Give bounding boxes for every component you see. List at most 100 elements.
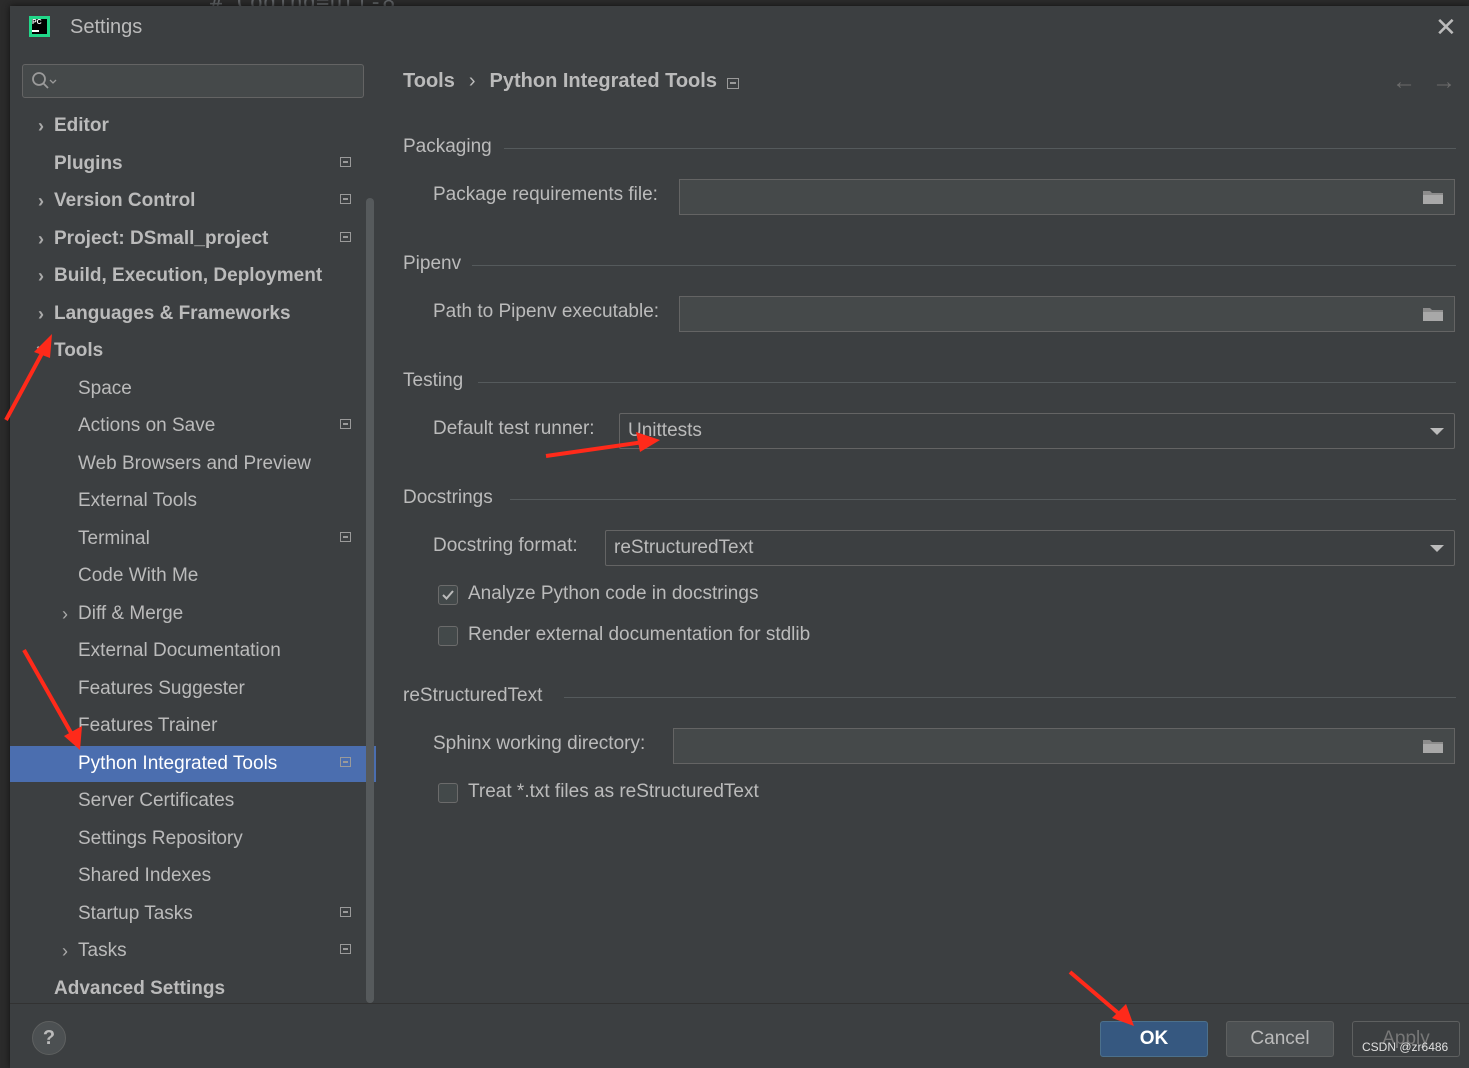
sidebar-item[interactable]: Advanced Settings bbox=[10, 971, 376, 1003]
title-bar: PC Settings ✕ bbox=[10, 6, 1469, 48]
docstring-format-value: reStructuredText bbox=[614, 537, 754, 558]
project-level-icon bbox=[340, 907, 351, 917]
folder-icon[interactable] bbox=[1422, 306, 1444, 322]
sidebar-scrollbar[interactable] bbox=[366, 198, 374, 1003]
project-level-icon bbox=[340, 419, 351, 429]
test-runner-select[interactable]: Unittests bbox=[619, 413, 1455, 449]
sidebar-item[interactable]: › Version Control bbox=[10, 183, 376, 219]
project-level-icon bbox=[340, 232, 351, 242]
sidebar-item[interactable]: Python Integrated Tools bbox=[10, 746, 376, 782]
sidebar-item[interactable]: › Languages & Frameworks bbox=[10, 296, 376, 332]
sidebar-item-label: Features Suggester bbox=[78, 678, 245, 699]
sidebar-item[interactable]: External Documentation bbox=[10, 633, 376, 669]
sidebar-item[interactable]: Web Browsers and Preview bbox=[10, 446, 376, 482]
analyze-docstrings-checkbox[interactable] bbox=[438, 585, 458, 605]
sidebar-item[interactable]: › Project: DSmall_project bbox=[10, 221, 376, 257]
project-level-icon bbox=[340, 157, 351, 167]
sidebar-item-label: Editor bbox=[54, 115, 109, 136]
pycharm-logo-icon: PC bbox=[29, 16, 50, 37]
sidebar-item[interactable]: Features Suggester bbox=[10, 671, 376, 707]
sidebar-item[interactable]: Startup Tasks bbox=[10, 896, 376, 932]
sidebar-item[interactable]: Settings Repository bbox=[10, 821, 376, 857]
folder-icon[interactable] bbox=[1422, 738, 1444, 754]
sidebar-item-label: Tools bbox=[54, 340, 104, 361]
section-pipenv: Pipenv bbox=[403, 253, 462, 274]
pipenv-path-field[interactable] bbox=[679, 296, 1455, 332]
settings-content: Tools › Python Integrated Tools ← → Packag… bbox=[376, 48, 1469, 1003]
sidebar-item[interactable]: › Tasks bbox=[10, 933, 376, 969]
treat-txt-checkbox[interactable] bbox=[438, 783, 458, 803]
sidebar-item[interactable]: › Build, Execution, Deployment bbox=[10, 258, 376, 294]
chevron-right-icon[interactable]: › bbox=[32, 108, 50, 144]
ok-button[interactable]: OK bbox=[1100, 1021, 1208, 1057]
section-divider bbox=[510, 499, 1456, 500]
help-button[interactable]: ? bbox=[32, 1021, 66, 1055]
treat-txt-label: Treat *.txt files as reStructuredText bbox=[468, 781, 759, 802]
project-level-icon bbox=[340, 757, 351, 767]
close-icon[interactable]: ✕ bbox=[1435, 12, 1457, 43]
section-divider bbox=[472, 265, 1456, 266]
project-level-icon bbox=[340, 532, 351, 542]
breadcrumb-separator: › bbox=[468, 70, 476, 92]
sidebar-item-label: Plugins bbox=[54, 153, 123, 174]
sidebar-item[interactable]: ⌄ Tools bbox=[10, 333, 376, 369]
sphinx-directory-field[interactable] bbox=[673, 728, 1455, 764]
chevron-right-icon[interactable]: › bbox=[32, 221, 50, 257]
sidebar-item-label: Tasks bbox=[78, 940, 127, 961]
docstring-format-select[interactable]: reStructuredText bbox=[605, 530, 1455, 566]
sidebar-item[interactable]: Actions on Save bbox=[10, 408, 376, 444]
render-external-docs-checkbox[interactable] bbox=[438, 626, 458, 646]
sidebar-item-label: Project: DSmall_project bbox=[54, 228, 269, 249]
sidebar-item[interactable]: › Editor bbox=[10, 108, 376, 144]
breadcrumb-current: Python Integrated Tools bbox=[489, 70, 717, 92]
sidebar-item[interactable]: Space bbox=[10, 371, 376, 407]
project-level-icon bbox=[727, 78, 739, 89]
section-testing: Testing bbox=[403, 370, 464, 391]
folder-icon[interactable] bbox=[1422, 189, 1444, 205]
sidebar-item[interactable]: › Diff & Merge bbox=[10, 596, 376, 632]
sidebar-item-label: Advanced Settings bbox=[54, 978, 226, 999]
sidebar-item-label: Code With Me bbox=[78, 565, 199, 586]
chevron-down-icon[interactable]: ⌄ bbox=[32, 327, 50, 363]
dialog-button-bar: ? OK Cancel Apply bbox=[10, 1003, 1469, 1068]
render-external-docs-label: Render external documentation for stdlib bbox=[468, 624, 811, 645]
chevron-right-icon[interactable]: › bbox=[32, 183, 50, 219]
section-divider bbox=[478, 382, 1456, 383]
sidebar-item-label: Features Trainer bbox=[78, 715, 218, 736]
section-docstrings: Docstrings bbox=[403, 487, 493, 508]
test-runner-value: Unittests bbox=[628, 420, 702, 441]
sidebar-item[interactable]: Features Trainer bbox=[10, 708, 376, 744]
sidebar-item[interactable]: Server Certificates bbox=[10, 783, 376, 819]
sidebar-item[interactable]: Plugins bbox=[10, 146, 376, 182]
section-restructuredtext: reStructuredText bbox=[403, 685, 543, 706]
section-divider bbox=[504, 148, 1456, 149]
sidebar-item-label: Build, Execution, Deployment bbox=[54, 265, 323, 286]
breadcrumb: Tools › Python Integrated Tools bbox=[403, 70, 717, 93]
breadcrumb-parent[interactable]: Tools bbox=[403, 70, 455, 92]
background-editor bbox=[0, 0, 10, 1067]
settings-search-input[interactable] bbox=[22, 64, 364, 98]
project-level-icon bbox=[340, 194, 351, 204]
sidebar-item-label: Space bbox=[78, 378, 132, 399]
sidebar-item-label: Settings Repository bbox=[78, 828, 243, 849]
sidebar-item-label: External Documentation bbox=[78, 640, 281, 661]
sidebar-item[interactable]: Code With Me bbox=[10, 558, 376, 594]
sidebar-item[interactable]: External Tools bbox=[10, 483, 376, 519]
chevron-right-icon[interactable]: › bbox=[56, 596, 74, 632]
forward-arrow-icon[interactable]: → bbox=[1432, 68, 1456, 96]
section-packaging: Packaging bbox=[403, 136, 492, 157]
window-title: Settings bbox=[70, 16, 143, 38]
chevron-right-icon[interactable]: › bbox=[32, 258, 50, 294]
settings-sidebar: › Editor Plugins › Version Control › Project: … bbox=[10, 48, 376, 1003]
chevron-down-icon bbox=[1430, 428, 1444, 435]
sidebar-item[interactable]: Shared Indexes bbox=[10, 858, 376, 894]
sidebar-item-label: Startup Tasks bbox=[78, 903, 193, 924]
sphinx-directory-label: Sphinx working directory: bbox=[433, 733, 646, 754]
test-runner-label: Default test runner: bbox=[433, 418, 595, 439]
back-arrow-icon[interactable]: ← bbox=[1392, 68, 1416, 96]
sidebar-item[interactable]: Terminal bbox=[10, 521, 376, 557]
settings-dialog: PC Settings ✕ › Editor Plugins › Version Con… bbox=[10, 6, 1469, 1068]
requirements-file-field[interactable] bbox=[679, 179, 1455, 215]
cancel-button[interactable]: Cancel bbox=[1226, 1021, 1334, 1057]
chevron-right-icon[interactable]: › bbox=[56, 933, 74, 969]
